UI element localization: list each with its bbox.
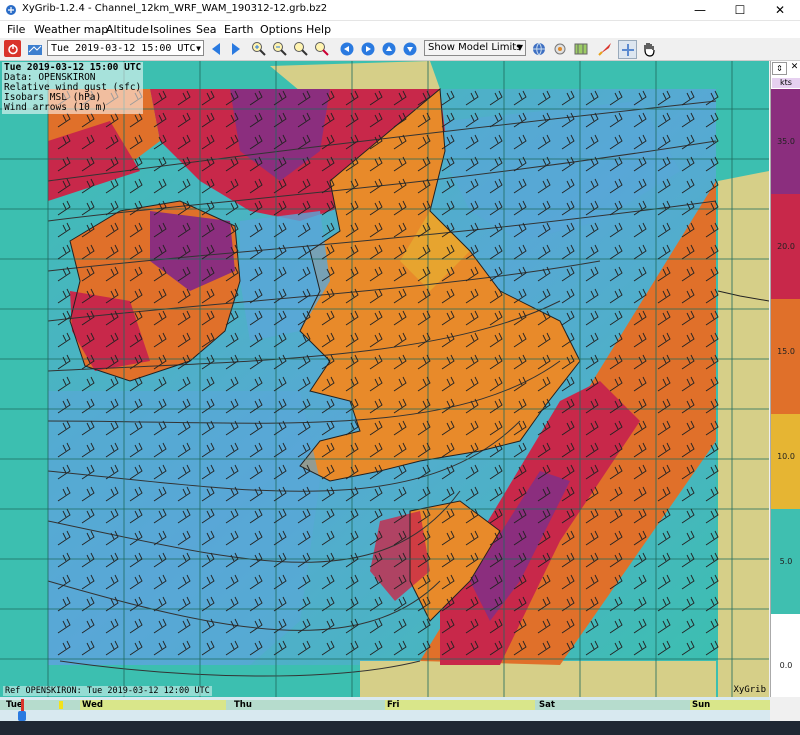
legend-band-15 <box>771 299 800 414</box>
reference-info: Ref OPENSKIRON: Tue 2019-03-12 12:00 UTC <box>3 686 212 696</box>
app-brand: XyGrib <box>733 685 766 695</box>
timeline-day: Thu <box>234 700 252 710</box>
open-file-icon[interactable] <box>26 40 43 57</box>
land-north <box>270 61 440 91</box>
legend-header: ⇕ ✕ <box>771 61 800 75</box>
legend-label: 0.0 <box>779 661 793 670</box>
legend-unit: kts <box>772 78 800 88</box>
timeline-day: Fri <box>387 700 400 710</box>
station-icon[interactable] <box>551 40 568 57</box>
pan-up-icon[interactable] <box>380 40 397 57</box>
legend-label: 5.0 <box>779 557 793 566</box>
menu-file[interactable]: File <box>7 23 25 36</box>
zoom-selection-icon[interactable] <box>292 40 309 57</box>
crosshair-icon[interactable] <box>618 40 637 59</box>
menu-bar: File Weather map Altitude Isolines Sea E… <box>0 21 800 38</box>
weather-map[interactable]: Tue 2019-03-12 15:00 UTC Data: OPENSKIRO… <box>0 61 769 697</box>
globe-icon[interactable] <box>530 40 547 57</box>
menu-earth[interactable]: Earth <box>224 23 254 36</box>
chevron-down-icon: ▼ <box>516 43 523 52</box>
date-selector-value: Tue 2019-03-12 15:00 UTC <box>51 43 196 54</box>
weather-map-canvas <box>0 61 769 697</box>
legend-band-0 <box>771 614 800 697</box>
pan-left-icon[interactable] <box>338 40 355 57</box>
timeline-day: Wed <box>82 700 103 710</box>
timeline-day: Sun <box>692 700 711 710</box>
map-info-overlay: Tue 2019-03-12 15:00 UTC Data: OPENSKIRO… <box>2 62 144 114</box>
legend-label: 15.0 <box>777 347 795 356</box>
prev-arrow-icon[interactable] <box>207 40 224 57</box>
legend-label: 20.0 <box>777 242 795 251</box>
menu-help[interactable]: Help <box>306 23 331 36</box>
close-button[interactable]: ✕ <box>760 0 800 20</box>
menu-weather-map[interactable]: Weather map <box>34 23 108 36</box>
pan-right-icon[interactable] <box>359 40 376 57</box>
model-limits-value: Show Model Limits <box>428 42 522 53</box>
land-south <box>360 661 716 697</box>
maximize-button[interactable]: ☐ <box>720 0 760 20</box>
legend-label: 35.0 <box>777 137 795 146</box>
menu-options[interactable]: Options <box>260 23 302 36</box>
menu-altitude[interactable]: Altitude <box>106 23 149 36</box>
legend-band-10 <box>771 414 800 509</box>
legend-label: 10.0 <box>777 452 795 461</box>
hand-icon[interactable] <box>640 40 657 57</box>
color-legend: ⇕ ✕ kts 35.0 20.0 15.0 10.0 5.0 0.0 <box>770 61 800 697</box>
timeline[interactable]: Tue Wed Thu Fri Sat Sun <box>0 697 770 721</box>
zoom-all-icon[interactable] <box>313 40 330 57</box>
continent-east <box>718 171 769 697</box>
minimize-button[interactable]: — <box>680 0 720 20</box>
app-icon <box>6 5 16 15</box>
next-arrow-icon[interactable] <box>227 40 244 57</box>
menu-isolines[interactable]: Isolines <box>150 23 191 36</box>
overlay-layer-wind: Wind arrows (10 m) <box>4 102 107 113</box>
pan-down-icon[interactable] <box>401 40 418 57</box>
timeline-current-marker <box>21 699 24 711</box>
menu-sea[interactable]: Sea <box>196 23 217 36</box>
power-icon[interactable] <box>4 40 21 57</box>
legend-pin-icon[interactable]: ⇕ <box>772 62 787 75</box>
chevron-down-icon: ▼ <box>196 44 201 53</box>
model-limits-select[interactable]: Show Model Limits ▼ <box>424 40 526 56</box>
timeline-day: Sat <box>539 700 555 710</box>
timeline-slider-handle[interactable] <box>18 711 26 721</box>
legend-close-icon[interactable]: ✕ <box>788 61 800 75</box>
window-title: XyGrib-1.2.4 - Channel_12km_WRF_WAM_1903… <box>22 3 328 14</box>
zoom-out-icon[interactable] <box>271 40 288 57</box>
map-icon[interactable] <box>572 40 589 57</box>
timeline-ref-marker <box>59 701 63 709</box>
window-titlebar: XyGrib-1.2.4 - Channel_12km_WRF_WAM_1903… <box>0 0 800 21</box>
date-selector[interactable]: Tue 2019-03-12 15:00 UTC ▼ <box>47 40 204 56</box>
toolbar: Tue 2019-03-12 15:00 UTC ▼ Show Model Li… <box>0 38 800 61</box>
launch-icon[interactable] <box>596 40 613 57</box>
os-taskbar <box>0 721 800 735</box>
timeline-segment <box>385 700 535 710</box>
zoom-in-icon[interactable] <box>250 40 267 57</box>
